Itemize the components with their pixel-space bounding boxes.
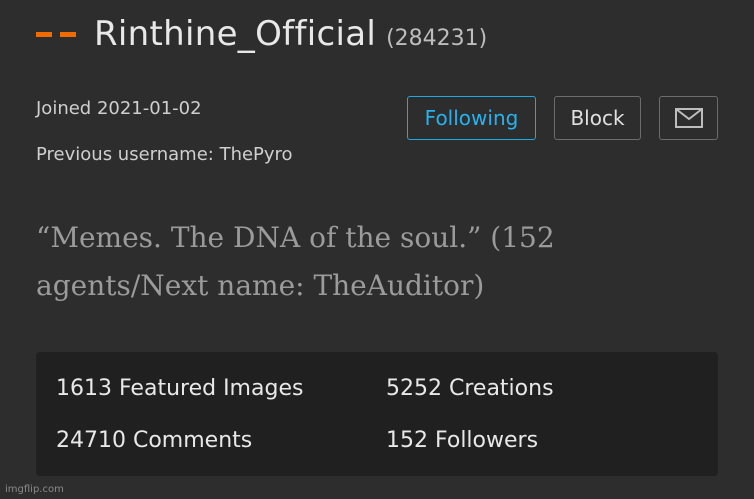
following-button[interactable]: Following bbox=[407, 96, 536, 140]
joined-date: Joined 2021-01-02 bbox=[36, 98, 202, 119]
stat-featured-images[interactable]: 1613 Featured Images bbox=[56, 376, 303, 401]
block-button[interactable]: Block bbox=[554, 96, 641, 140]
dash-2 bbox=[60, 31, 76, 37]
previous-username: Previous username: ThePyro bbox=[36, 144, 293, 165]
profile-header: Rinthine_Official (284231) bbox=[36, 14, 487, 54]
profile-bio: “Memes. The DNA of the soul.” (152 agent… bbox=[36, 221, 555, 302]
user-dash-icon bbox=[36, 31, 76, 37]
user-points: (284231) bbox=[386, 26, 488, 51]
watermark: imgflip.com bbox=[5, 484, 64, 495]
message-button[interactable] bbox=[659, 96, 718, 140]
username: Rinthine_Official bbox=[94, 14, 377, 54]
stat-comments[interactable]: 24710 Comments bbox=[56, 428, 252, 453]
envelope-icon bbox=[674, 108, 703, 128]
stat-creations[interactable]: 5252 Creations bbox=[386, 376, 554, 401]
stat-followers[interactable]: 152 Followers bbox=[386, 428, 538, 453]
dash-1 bbox=[36, 31, 52, 37]
stats-panel: 1613 Featured Images 5252 Creations 2471… bbox=[36, 352, 718, 476]
